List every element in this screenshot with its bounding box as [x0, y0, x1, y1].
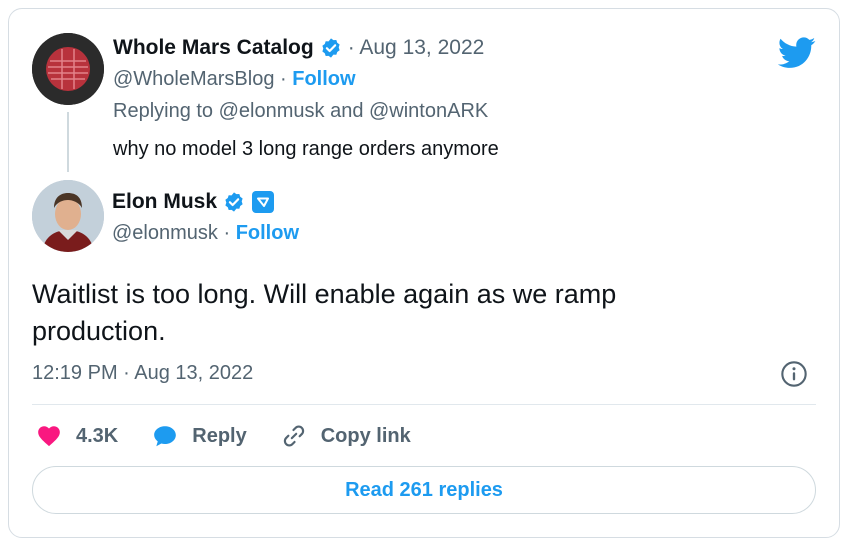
follow-whole-mars-button[interactable]: Follow [292, 68, 355, 90]
info-icon[interactable] [780, 360, 808, 388]
main-author-row: Elon Musk [112, 190, 275, 214]
tweet-timestamp[interactable]: 12:19 PM · Aug 13, 2022 [32, 362, 253, 385]
reply-tweet-text: why no model 3 long range orders anymore [113, 138, 499, 160]
reply-bubble-icon [154, 426, 177, 447]
copy-link-label: Copy link [320, 424, 411, 447]
replying-to-text[interactable]: Replying to @elonmusk and @wintonARK [113, 100, 488, 123]
reply-handle[interactable]: @WholeMarsBlog [113, 68, 274, 90]
reply-label: Reply [192, 424, 247, 447]
twitter-bird-icon[interactable] [778, 37, 816, 69]
reply-button[interactable]: Reply [152, 423, 247, 449]
verified-badge-icon [225, 192, 243, 212]
main-tweet-text: Waitlist is too long. Will enable again … [32, 279, 617, 346]
heart-icon [38, 426, 60, 447]
reply-date[interactable]: · Aug 13, 2022 [348, 36, 485, 60]
link-icon [283, 425, 304, 447]
reply-author-name[interactable]: Whole Mars Catalog [113, 36, 314, 60]
reply-handle-row: @WholeMarsBlog · Follow [113, 68, 356, 91]
like-count: 4.3K [76, 424, 119, 447]
verified-badge-icon [322, 38, 340, 58]
government-badge-icon [252, 191, 275, 213]
separator-dot: · [217, 222, 236, 244]
separator-dot: · [274, 68, 293, 90]
follow-elon-button[interactable]: Follow [236, 222, 299, 244]
whole-mars-avatar[interactable] [32, 33, 104, 105]
main-handle-row: @elonmusk · Follow [112, 222, 299, 245]
divider [32, 404, 816, 405]
thread-connector-line [67, 112, 69, 172]
read-replies-button[interactable]: Read 261 replies [32, 466, 816, 514]
main-author-name[interactable]: Elon Musk [112, 190, 217, 214]
copy-link-button[interactable]: Copy link [281, 423, 411, 449]
like-button[interactable]: 4.3K [36, 423, 118, 449]
action-bar: 4.3K Reply Copy link [36, 420, 445, 452]
reply-author-row: Whole Mars Catalog · Aug 13, 2022 [113, 36, 484, 60]
elon-musk-avatar[interactable] [32, 180, 104, 252]
main-handle[interactable]: @elonmusk [112, 222, 218, 244]
